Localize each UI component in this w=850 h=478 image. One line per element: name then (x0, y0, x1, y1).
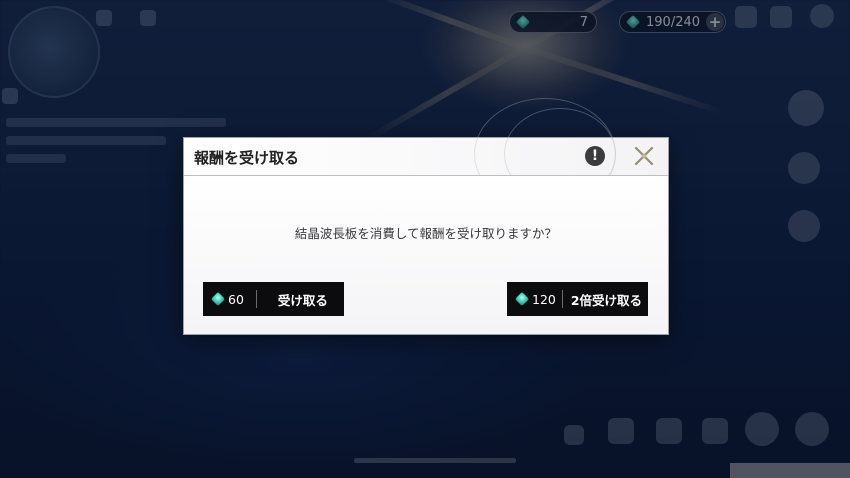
claim-label: 受け取る (277, 292, 328, 308)
dialog-title: 報酬を受け取る (194, 149, 300, 167)
info-button[interactable]: ! (585, 146, 605, 166)
divider (255, 290, 257, 308)
divider (561, 290, 563, 308)
close-icon[interactable] (632, 144, 656, 168)
claim-button[interactable]: 60 受け取る (203, 282, 344, 316)
claim-double-label: 2倍受け取る (570, 292, 643, 308)
claim-double-cost: 120 (532, 291, 556, 307)
confirmation-message: 結晶波長板を消費して報酬を受け取りますか？ (294, 226, 558, 241)
crystal-gem-icon (515, 292, 529, 306)
claim-reward-dialog: 報酬を受け取る ! 結晶波長板を消費して報酬を受け取りますか？ 60 受け取る … (184, 98, 668, 334)
dialog-header: 報酬を受け取る ! (184, 98, 668, 210)
claim-double-button[interactable]: 120 2倍受け取る (507, 282, 648, 316)
claim-cost: 60 (228, 291, 244, 307)
crystal-gem-icon (211, 292, 225, 306)
